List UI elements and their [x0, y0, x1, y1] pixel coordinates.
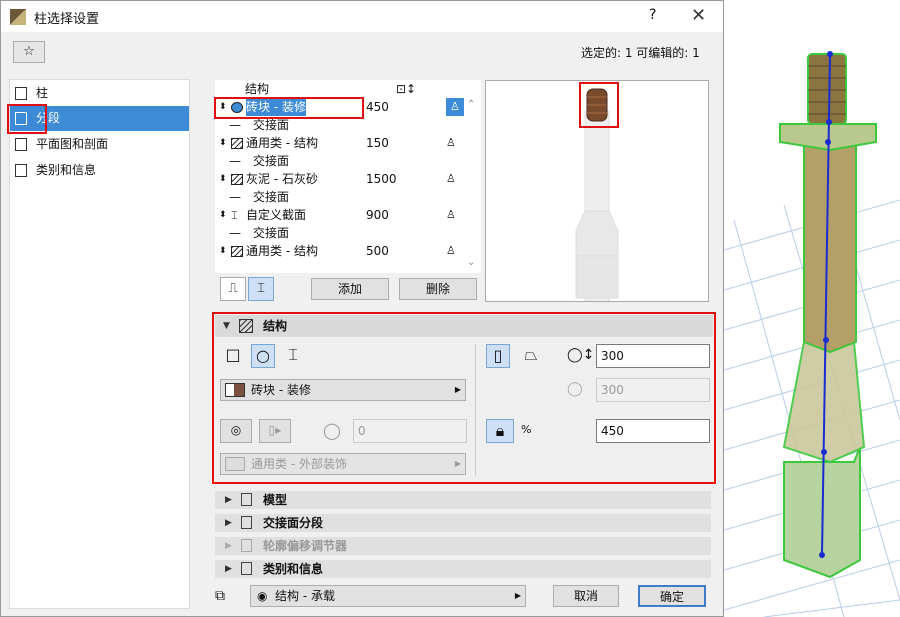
straight-segment-button[interactable]: ▯	[486, 344, 510, 368]
height-input[interactable]: 450	[596, 419, 710, 443]
section-category-info[interactable]: ▶ 类别和信息	[215, 560, 711, 578]
dropdown-arrow-icon: ▶	[454, 385, 461, 394]
connection-row[interactable]: — 交接面	[215, 188, 481, 206]
segment-row[interactable]: ⬍ 灰泥 - 石灰砂 1500 ♙	[215, 170, 481, 188]
section-model[interactable]: ▶ 模型	[215, 491, 711, 509]
help-button[interactable]: ?	[649, 7, 656, 23]
settings-sidebar: 柱 分段 平面图和剖面 类别和信息	[9, 79, 190, 609]
drag-handle-icon[interactable]: ⬍	[219, 170, 227, 188]
cover-thickness-icon: ◯	[323, 421, 341, 440]
lock-icon[interactable]: ♙	[446, 170, 456, 188]
profile-modifier-icon	[241, 539, 252, 552]
segment-row[interactable]: ⬍ 砖块 - 装修 450 ♙	[215, 98, 481, 116]
archicad-app-icon	[10, 9, 26, 25]
layer-icon: ⧉	[215, 588, 225, 604]
material-dropdown[interactable]: 砖块 - 装修 ▶	[220, 379, 466, 401]
drag-handle-icon[interactable]: ⬍	[219, 242, 227, 260]
add-button[interactable]: 添加	[311, 278, 389, 300]
model-icon	[241, 493, 252, 506]
custom-profile-icon: ⌶	[231, 209, 238, 222]
drag-handle-icon[interactable]: ⬍	[219, 206, 227, 224]
veneer-toggle-button[interactable]: ◎	[220, 419, 252, 443]
width-input[interactable]: 300	[596, 344, 710, 368]
column-icon	[15, 87, 27, 100]
expand-triangle-icon: ▶	[225, 564, 232, 574]
close-button[interactable]: ✕	[691, 5, 706, 26]
3d-viewport[interactable]	[724, 0, 900, 617]
tapered-segment-button[interactable]: ⏢	[519, 344, 543, 368]
info-icon	[241, 562, 252, 575]
dropdown-arrow-icon: ▶	[514, 591, 521, 600]
depth-icon: ◯	[567, 381, 583, 397]
layer-dropdown[interactable]: ◉ 结构 - 承载 ▶	[250, 585, 526, 607]
expand-triangle-icon: ▶	[225, 541, 232, 551]
brick-icon	[231, 102, 243, 113]
info-icon	[15, 164, 27, 177]
collapse-triangle-icon[interactable]: ▼	[223, 315, 230, 337]
favorites-icon: ☆	[23, 44, 35, 59]
column-preview-drawing	[575, 88, 619, 317]
segments-icon	[15, 112, 27, 125]
connection-row[interactable]: — 交接面	[215, 116, 481, 134]
cover-thickness-input[interactable]: 0	[353, 419, 467, 443]
title-bar: 柱选择设置 ? ✕	[1, 1, 723, 32]
connection-row[interactable]: — 交接面	[215, 152, 481, 170]
lock-icon[interactable]: ♙	[446, 206, 456, 224]
panel-divider	[475, 344, 476, 476]
segment-preview	[485, 80, 709, 317]
connection-row[interactable]: — 交接面	[215, 224, 481, 242]
scroll-down-arrow[interactable]: ⌄	[467, 257, 475, 268]
drag-handle-icon[interactable]: ⬍	[219, 134, 227, 152]
floorplan-icon	[15, 138, 27, 151]
hatch-icon	[231, 246, 243, 257]
segment-list: 结构 ⊡↕ ⬍ 砖块 - 装修 450 ♙ — 交接面 ⬍ 通用类 - 结构 150 ♙ — 交接…	[215, 80, 481, 273]
connection-icon	[241, 516, 252, 529]
lock-icon[interactable]: ♙	[446, 242, 456, 260]
eye-icon: ◉	[257, 589, 268, 603]
window-title: 柱选择设置	[34, 12, 100, 27]
depth-input[interactable]: 300	[596, 378, 710, 402]
brick-material-icon	[225, 383, 245, 397]
hatch-icon	[239, 319, 253, 333]
expand-triangle-icon: ▶	[225, 518, 232, 528]
veneer-type-button[interactable]: ▯▸	[259, 419, 291, 443]
percent-icon[interactable]: %	[521, 423, 531, 436]
rectangle-shape-button[interactable]: □	[221, 344, 245, 368]
expand-triangle-icon: ▶	[225, 495, 232, 505]
column-selection-settings-dialog: 柱选择设置 ? ✕ ☆ 选定的: 1 可编辑的: 1 柱 分段 平面图和剖面 类…	[0, 0, 724, 617]
favorites-button[interactable]: ☆	[13, 41, 45, 63]
ok-button[interactable]: 确定	[638, 585, 706, 607]
lock-icon[interactable]: ♙	[446, 134, 456, 152]
3d-column-model	[724, 51, 900, 617]
cover-material-dropdown[interactable]: 通用类 - 外部装饰 ▶	[220, 453, 466, 475]
selection-info: 选定的: 1 可编辑的: 1	[581, 46, 700, 60]
sidebar-item-column[interactable]: 柱	[10, 81, 189, 106]
sidebar-item-segments[interactable]: 分段	[10, 106, 189, 131]
segmented-column-button[interactable]: ⌶	[248, 277, 274, 301]
material-swatch-icon	[225, 457, 245, 471]
cancel-button[interactable]: 取消	[553, 585, 619, 607]
section-connection-segments[interactable]: ▶ 交接面分段	[215, 514, 711, 532]
drag-handle-icon[interactable]: ⬍	[219, 98, 227, 116]
segment-row[interactable]: ⬍ ⌶ 自定义截面 900 ♙	[215, 206, 481, 224]
scroll-up-arrow[interactable]: ⌃	[467, 99, 475, 110]
segment-row[interactable]: ⬍ 通用类 - 结构 500 ♙	[215, 242, 481, 260]
lock-height-button[interactable]: 🔒︎	[486, 419, 514, 443]
width-icon: ◯↕	[567, 347, 595, 363]
dropdown-arrow-icon: ▶	[454, 459, 461, 468]
sidebar-item-info[interactable]: 类别和信息	[10, 158, 189, 183]
lock-icon[interactable]: ♙	[446, 98, 464, 116]
section-profile-modifier[interactable]: ▶ 轮廓偏移调节器	[215, 537, 711, 555]
segment-row[interactable]: ⬍ 通用类 - 结构 150 ♙	[215, 134, 481, 152]
height-sort-icon[interactable]: ⊡↕	[396, 80, 416, 98]
hatch-icon	[231, 174, 243, 185]
hatch-icon	[231, 138, 243, 149]
structure-section-header[interactable]: ▼ 结构	[215, 315, 713, 337]
sidebar-item-floorplan[interactable]: 平面图和剖面	[10, 132, 189, 157]
list-header: 结构 ⊡↕	[245, 80, 417, 98]
profile-shape-button[interactable]: ⌶	[281, 344, 305, 368]
delete-button[interactable]: 删除	[399, 278, 477, 300]
circle-shape-button[interactable]: ○	[251, 344, 275, 368]
straight-column-button[interactable]: ⎍	[220, 277, 246, 301]
